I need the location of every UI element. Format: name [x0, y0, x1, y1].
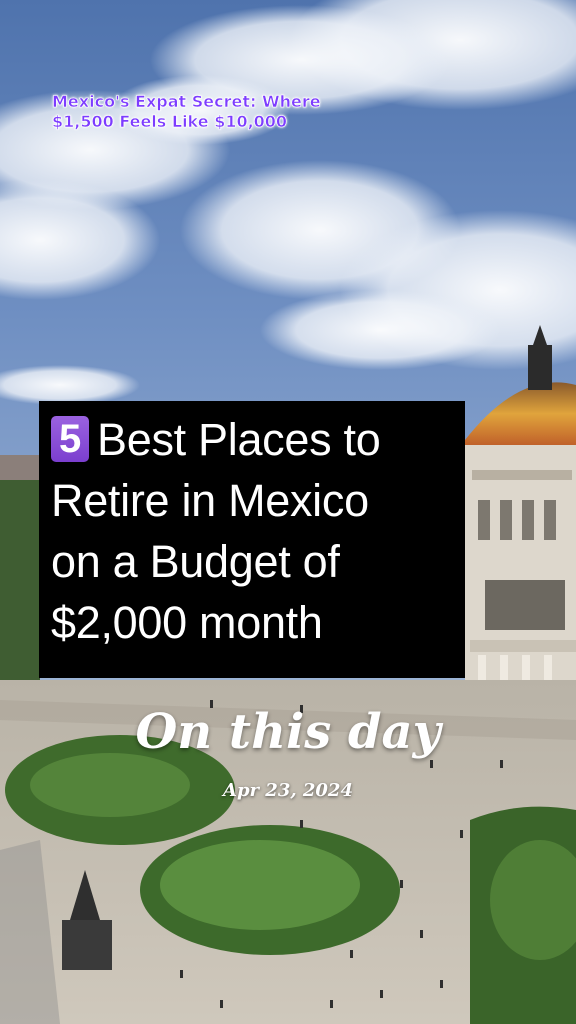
memory-date: Apr 23, 2024 — [223, 780, 353, 801]
title-card: 5 Best Places to Retire in Mexico on a Bu… — [39, 401, 465, 678]
number-five-emoji-badge: 5 — [51, 416, 89, 462]
caption-text: Mexico's Expat Secret: Where $1,500 Feel… — [52, 92, 321, 132]
on-this-day-heading: On this day — [135, 704, 441, 760]
video-caption: Mexico's Expat Secret: Where $1,500 Feel… — [52, 92, 372, 132]
title-heading: Best Places to Retire in Mexico on a Bud… — [51, 414, 381, 648]
title-text-block: 5 Best Places to Retire in Mexico on a Bu… — [51, 409, 465, 653]
